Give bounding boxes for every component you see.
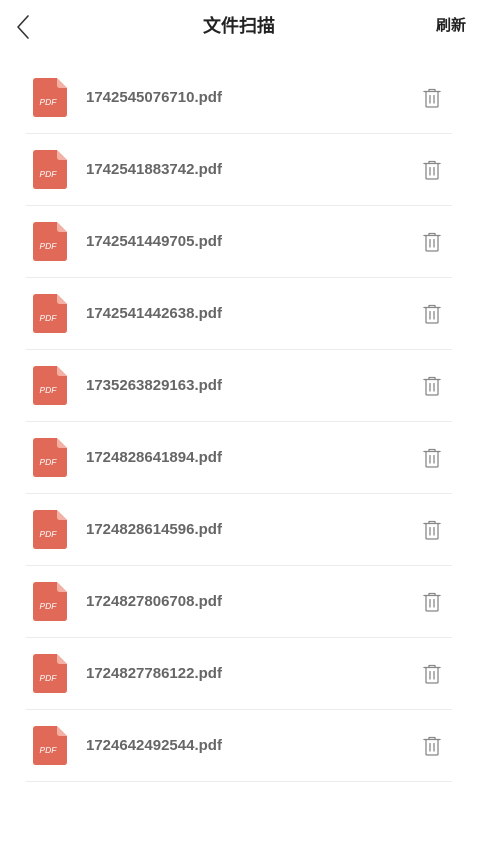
svg-text:PDF: PDF	[40, 673, 58, 683]
trash-icon[interactable]	[421, 375, 443, 397]
back-button[interactable]	[10, 12, 38, 42]
file-name: 1742541883742.pdf	[86, 161, 222, 178]
trash-icon[interactable]	[421, 735, 443, 757]
page-title: 文件扫描	[203, 16, 275, 36]
trash-icon[interactable]	[421, 231, 443, 253]
svg-text:PDF: PDF	[40, 529, 58, 539]
pdf-file-icon: PDF	[33, 150, 67, 189]
pdf-file-icon: PDF	[33, 654, 67, 693]
file-row[interactable]: PDF 1742541449705.pdf	[26, 206, 452, 278]
file-row[interactable]: PDF 1724642492544.pdf	[26, 710, 452, 782]
trash-icon[interactable]	[421, 87, 443, 109]
file-name: 1724828614596.pdf	[86, 521, 222, 538]
trash-icon[interactable]	[421, 663, 443, 685]
file-row[interactable]: PDF 1724828614596.pdf	[26, 494, 452, 566]
svg-text:PDF: PDF	[40, 385, 58, 395]
svg-text:PDF: PDF	[40, 601, 58, 611]
pdf-file-icon: PDF	[33, 366, 67, 405]
app-header: 文件扫描 刷新	[0, 0, 478, 54]
svg-text:PDF: PDF	[40, 457, 58, 467]
file-name: 1735263829163.pdf	[86, 377, 222, 394]
refresh-button[interactable]: 刷新	[436, 16, 466, 36]
svg-text:PDF: PDF	[40, 241, 58, 251]
trash-icon[interactable]	[421, 591, 443, 613]
file-name: 1742545076710.pdf	[86, 89, 222, 106]
pdf-file-icon: PDF	[33, 294, 67, 333]
trash-icon[interactable]	[421, 519, 443, 541]
file-row[interactable]: PDF 1742541442638.pdf	[26, 278, 452, 350]
file-name: 1724827806708.pdf	[86, 593, 222, 610]
file-row[interactable]: PDF 1724827806708.pdf	[26, 566, 452, 638]
pdf-file-icon: PDF	[33, 438, 67, 477]
file-name: 1724827786122.pdf	[86, 665, 222, 682]
file-name: 1724642492544.pdf	[86, 737, 222, 754]
pdf-file-icon: PDF	[33, 510, 67, 549]
trash-icon[interactable]	[421, 159, 443, 181]
file-list: PDF 1742545076710.pdf PDF 1742541883742.…	[26, 62, 452, 782]
file-row[interactable]: PDF 1742541883742.pdf	[26, 134, 452, 206]
pdf-file-icon: PDF	[33, 78, 67, 117]
chevron-left-icon	[17, 15, 29, 39]
svg-text:PDF: PDF	[40, 97, 58, 107]
svg-text:PDF: PDF	[40, 169, 58, 179]
pdf-file-icon: PDF	[33, 726, 67, 765]
file-name: 1742541449705.pdf	[86, 233, 222, 250]
trash-icon[interactable]	[421, 447, 443, 469]
pdf-file-icon: PDF	[33, 582, 67, 621]
file-name: 1724828641894.pdf	[86, 449, 222, 466]
file-row[interactable]: PDF 1724828641894.pdf	[26, 422, 452, 494]
svg-text:PDF: PDF	[40, 745, 58, 755]
file-name: 1742541442638.pdf	[86, 305, 222, 322]
file-row[interactable]: PDF 1724827786122.pdf	[26, 638, 452, 710]
svg-text:PDF: PDF	[40, 313, 58, 323]
file-row[interactable]: PDF 1742545076710.pdf	[26, 62, 452, 134]
pdf-file-icon: PDF	[33, 222, 67, 261]
file-row[interactable]: PDF 1735263829163.pdf	[26, 350, 452, 422]
trash-icon[interactable]	[421, 303, 443, 325]
